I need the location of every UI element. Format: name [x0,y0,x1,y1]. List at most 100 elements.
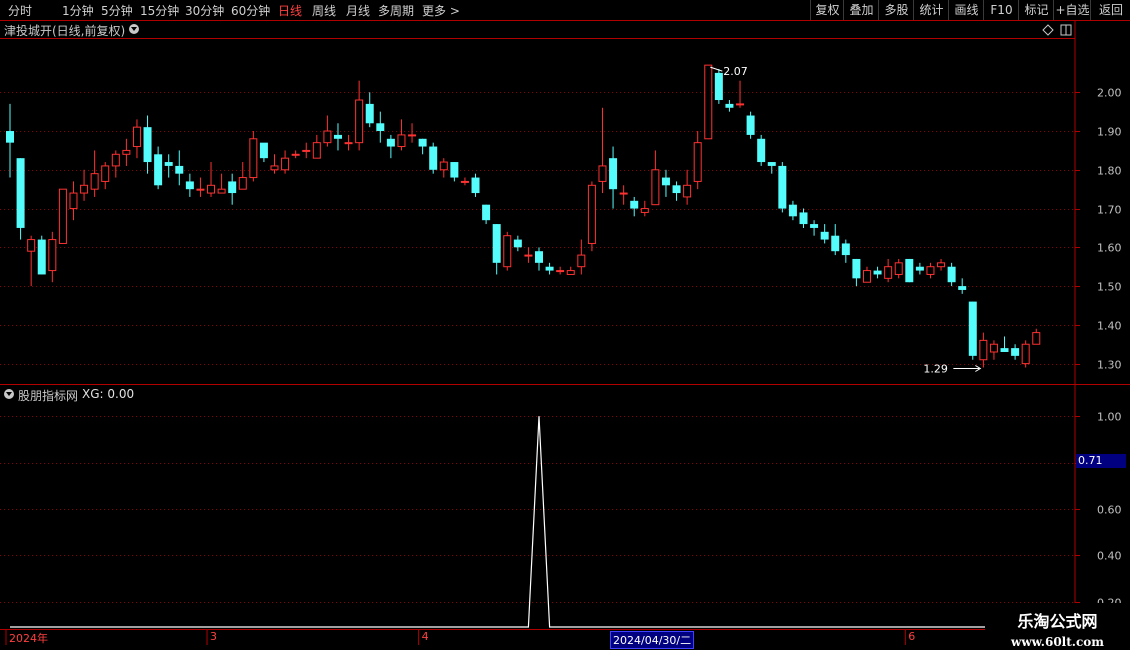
candle-body-down [535,251,543,263]
date-axis-label: 4 [421,630,429,643]
candle-body-down [947,266,956,283]
candle-body-up [894,262,903,275]
candle-body-up [122,149,131,155]
candle-body-up [111,153,120,167]
price-tick-label: 1.50 [1097,281,1122,294]
candle-body-up [640,208,649,213]
candle-body-down [228,181,237,194]
candle-body-up [937,262,946,268]
indicator-value: XG: 0.00 [82,387,135,401]
candle-body-up [503,235,512,268]
candle-body-up [577,254,586,268]
candle-body-up [524,254,533,257]
candle-body-down [788,204,797,217]
diamond-icon[interactable] [1042,24,1054,36]
candle-body-down [471,177,480,194]
candle-body-down [333,134,342,139]
candle-body-up [408,134,417,137]
candle-body-down [450,162,459,178]
candle-body-up [312,142,321,159]
candle-body-up [619,192,628,195]
candle-body-down [725,103,734,108]
candle-body-down [175,165,184,174]
candle-body-down [905,258,914,283]
candle-body-up [862,270,871,283]
price-tick-label: 1.90 [1097,126,1122,139]
candle-body-down [482,204,491,221]
candle-body-down [852,258,861,279]
candle-body-up [397,134,406,148]
date-axis-label: 6 [908,630,916,643]
candle-body-down [778,165,787,209]
candle-body-down [143,127,152,163]
candle-body-down [915,266,924,271]
candle-body-up [27,239,36,252]
candle-body-up [344,142,353,145]
candle-body-up [693,142,702,182]
candle-body-up [979,339,988,361]
watermark-url: www.60lt.com [1011,635,1104,649]
candle-body-down [661,177,670,186]
candle-body-up [683,184,692,198]
candle-body-up [439,161,448,171]
candle-body-down [820,231,829,240]
candle-body-down [841,243,850,256]
candle-body-down [714,72,723,101]
date-axis-label: 2024年 [9,632,48,645]
candle-body-up [90,173,99,190]
candle-body-up [101,165,110,182]
price-tick-label: 1.60 [1097,242,1122,255]
indicator-tick-label: 0.60 [1097,504,1122,517]
candle-body-down [799,212,808,225]
cursor-date-label: 2024/04/30/二 [610,631,695,649]
candle-body-down [37,239,46,275]
sub-panel-dropdown-icon[interactable] [4,389,14,399]
candle-body-up [291,153,300,156]
candle-body-down [386,138,395,147]
candle-body-down [672,185,681,194]
candle-body-down [6,131,14,143]
candle-body-up [926,266,935,275]
candle-body-down [16,158,25,228]
stock-title: 津投城开(日线,前复权) [4,24,126,38]
candle-body-down [259,142,268,159]
watermark: 乐淘公式网 www.60lt.com [985,603,1130,650]
candle-body-down [365,103,374,124]
candle-body-down [968,301,977,356]
candle-body-down [831,235,840,252]
candle-body-up [69,192,78,210]
date-axis: 2024年 3 4 6 [0,629,1075,650]
candle-body-up [281,157,290,171]
candle-body-up [556,270,565,273]
price-tick-label: 1.70 [1097,204,1122,217]
candle-body-down [418,138,427,147]
candle-body-down [429,146,438,170]
price-tick-label: 1.30 [1097,359,1122,372]
price-tick-label: 1.40 [1097,320,1122,333]
xg-indicator-line [10,416,1047,628]
candle-body-down [1000,348,1009,352]
candle-body-up [48,239,57,272]
candle-body-up [587,184,596,244]
candle-body-up [80,184,89,194]
candle-body-up [196,188,205,191]
candle-body-up [238,177,247,190]
candle-body-down [492,224,501,263]
price-tick-label: 2.00 [1097,87,1122,100]
candle-body-up [323,130,332,144]
candle-body-up [1021,343,1030,365]
candle-body-down [873,270,882,275]
candle-body-up [132,126,141,148]
cursor-value-label: 0.71 [1076,454,1126,468]
candle-body-up [270,165,279,171]
candle-body-down [746,115,755,135]
candle-body-down [185,181,194,190]
candle-body-down [545,266,554,271]
candle-body-up [566,270,575,275]
candle-body-up [249,138,258,179]
chart-canvas[interactable]: 1.30 1.40 1.50 1.60 1.70 1.80 1.90 2.00 2.07 1.29… [0,0,1130,650]
sub-panel-title: 股朋指标网 [18,389,79,403]
candle-body-up [651,169,660,206]
dropdown-circle-icon[interactable] [129,24,139,34]
candle-body-down [958,286,967,290]
